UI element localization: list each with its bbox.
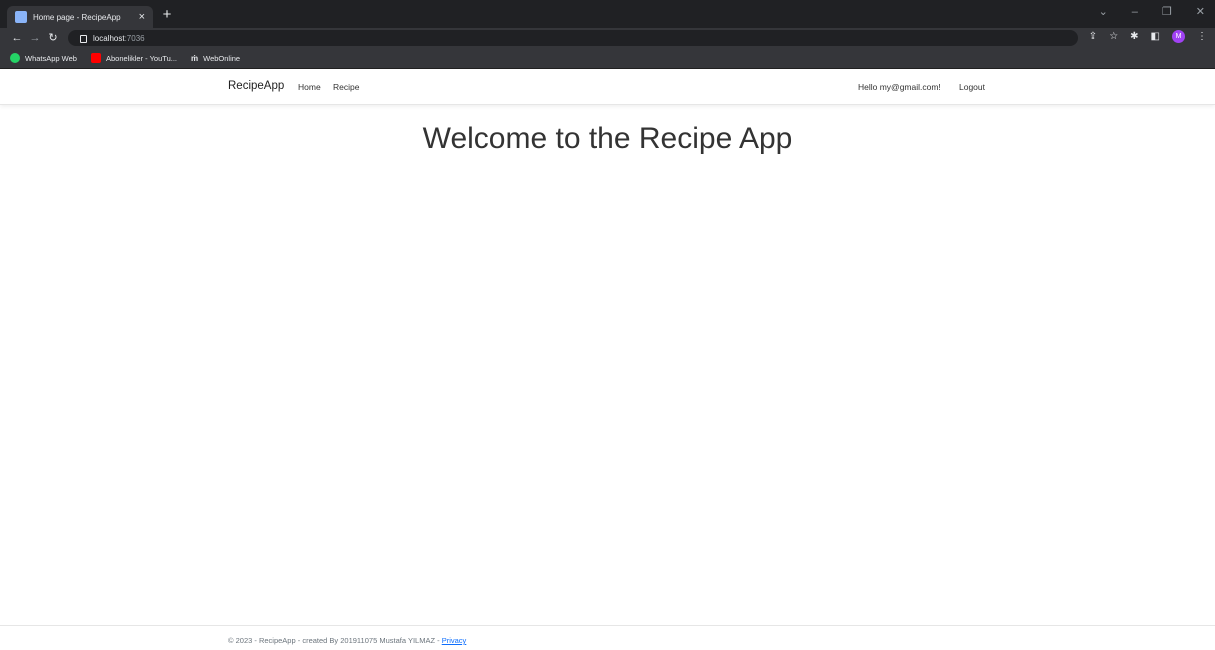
bookmark-label: WebOnline [203,53,241,63]
browser-toolbar: ← → ↻ localhost:7036 ⇪ ☆ ✱ ◧ M ⋮ [0,28,1215,48]
restore-icon[interactable]: ❐ [1162,4,1172,20]
brand-link[interactable]: RecipeApp [228,80,284,92]
lock-icon[interactable] [80,35,87,43]
side-panel-icon[interactable]: ◧ [1151,31,1160,42]
footer-copyright: © 2023 - RecipeApp - created By 20191107… [228,636,442,645]
site-footer: © 2023 - RecipeApp - created By 20191107… [0,625,1215,650]
bookmark-whatsapp[interactable]: WhatsApp Web [10,53,77,63]
footer-text: © 2023 - RecipeApp - created By 20191107… [228,636,466,645]
page-title: Welcome to the Recipe App [422,122,793,155]
bookmark-webonline[interactable]: ṁ WebOnline [191,54,240,63]
minimize-icon[interactable]: – [1132,4,1138,20]
close-tab-icon[interactable]: × [139,11,145,23]
chevron-down-icon[interactable]: ⌄ [1099,4,1108,20]
user-greeting-link[interactable]: Hello my@gmail.com! [858,82,941,92]
logout-button[interactable]: Logout [959,82,985,92]
url-port: :7036 [124,33,145,43]
profile-avatar[interactable]: M [1172,30,1185,43]
browser-tab-strip: Home page - RecipeApp × + ⌄ – ❐ ✕ [0,0,1215,28]
new-tab-icon[interactable]: + [158,6,176,24]
page-content: RecipeApp Home Recipe Hello my@gmail.com… [0,70,1215,650]
bookmark-youtube[interactable]: Abonelikler - YouTu... [90,53,177,63]
close-window-icon[interactable]: ✕ [1196,4,1205,20]
page-favicon-icon [15,11,27,23]
webonline-icon: ṁ [191,53,199,63]
bookmarks-bar: WhatsApp Web Abonelikler - YouTu... ṁ We… [0,48,1215,69]
extensions-icon[interactable]: ✱ [1130,31,1138,42]
address-bar[interactable]: localhost:7036 [68,30,1078,46]
bookmark-star-icon[interactable]: ☆ [1109,31,1118,42]
window-controls: ⌄ – ❐ ✕ [1099,4,1205,20]
site-navbar: RecipeApp Home Recipe Hello my@gmail.com… [0,70,1215,105]
reload-icon[interactable]: ↻ [44,28,62,48]
nav-recipe-link[interactable]: Recipe [333,82,359,92]
forward-icon[interactable]: → [26,28,44,48]
share-icon[interactable]: ⇪ [1089,31,1097,42]
back-icon[interactable]: ← [8,28,26,48]
menu-dots-icon[interactable]: ⋮ [1197,31,1207,42]
bookmark-label: WhatsApp Web [25,53,77,63]
whatsapp-icon [10,53,20,63]
privacy-link[interactable]: Privacy [442,636,467,645]
nav-home-link[interactable]: Home [298,82,321,92]
browser-tab[interactable]: Home page - RecipeApp × [7,6,153,28]
toolbar-actions: ⇪ ☆ ✱ ◧ M ⋮ [1089,30,1207,43]
tab-title: Home page - RecipeApp [33,12,121,22]
url-host: localhost [93,33,125,43]
youtube-icon [90,53,101,63]
bookmark-label: Abonelikler - YouTu... [105,53,177,63]
